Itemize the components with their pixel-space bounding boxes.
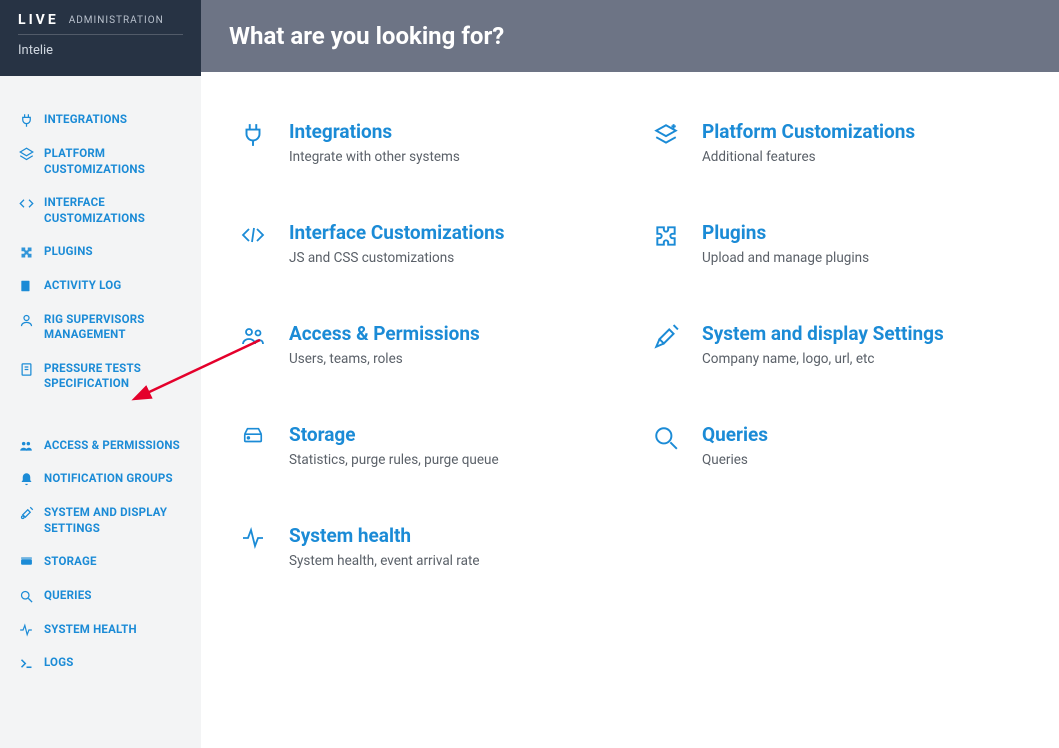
user-icon xyxy=(18,312,34,328)
sidebar-nav: Integrations Platform Customizations Int… xyxy=(0,76,201,689)
search-icon xyxy=(18,588,34,604)
card-desc: Company name, logo, url, etc xyxy=(702,351,1023,367)
sidebar-item-plugins[interactable]: Plugins xyxy=(8,236,193,268)
sidebar-item-label: Access & Permissions xyxy=(44,438,180,454)
sidebar-item-label: Interface Customizations xyxy=(44,195,183,226)
card-desc: Statistics, purge rules, purge queue xyxy=(289,452,610,468)
topbar: What are you looking for? xyxy=(201,0,1059,72)
sidebar-item-label: Rig Supervisors Management xyxy=(44,312,183,343)
brand-tenant: Intelie xyxy=(18,43,183,58)
card-desc: JS and CSS customizations xyxy=(289,250,610,266)
page-title: What are you looking for? xyxy=(229,22,504,50)
card-title: Interface Customizations xyxy=(289,221,610,244)
storage-icon xyxy=(237,423,269,468)
card-storage[interactable]: Storage Statistics, purge rules, purge q… xyxy=(237,423,610,468)
tools-icon xyxy=(650,322,682,367)
sidebar-item-interface-customizations[interactable]: Interface Customizations xyxy=(8,187,193,234)
sidebar-item-label: Activity Log xyxy=(44,278,121,294)
sidebar-item-integrations[interactable]: Integrations xyxy=(8,104,193,136)
sidebar-item-rig-supervisors[interactable]: Rig Supervisors Management xyxy=(8,304,193,351)
sidebar-item-platform-customizations[interactable]: Platform Customizations xyxy=(8,138,193,185)
sidebar-item-system-display-settings[interactable]: System and Display Settings xyxy=(8,497,193,544)
card-plugins[interactable]: Plugins Upload and manage plugins xyxy=(650,221,1023,266)
sidebar-item-label: Notification Groups xyxy=(44,471,173,487)
card-desc: Users, teams, roles xyxy=(289,351,610,367)
card-title: Platform Customizations xyxy=(702,120,1023,143)
sidebar-header: LIVE ADMINISTRATION Intelie xyxy=(0,0,201,76)
sidebar-item-activity-log[interactable]: Activity Log xyxy=(8,270,193,302)
code-icon xyxy=(237,221,269,266)
brand-logo: LIVE xyxy=(18,12,59,28)
card-desc: Integrate with other systems xyxy=(289,149,610,165)
sidebar-item-label: Plugins xyxy=(44,244,93,260)
sidebar: LIVE ADMINISTRATION Intelie Integrations… xyxy=(0,0,201,748)
card-system-health[interactable]: System health System health, event arriv… xyxy=(237,524,610,569)
card-interface-customizations[interactable]: Interface Customizations JS and CSS cust… xyxy=(237,221,610,266)
storage-icon xyxy=(18,554,34,568)
sidebar-item-pressure-tests[interactable]: Pressure Tests Specification xyxy=(8,353,193,400)
users-icon xyxy=(237,322,269,367)
card-integrations[interactable]: Integrations Integrate with other system… xyxy=(237,120,610,165)
tools-icon xyxy=(18,505,34,521)
brand-section: ADMINISTRATION xyxy=(69,15,164,26)
sidebar-item-access-permissions[interactable]: Access & Permissions xyxy=(8,430,193,462)
sidebar-item-label: Integrations xyxy=(44,112,127,128)
card-desc: Upload and manage plugins xyxy=(702,250,1023,266)
sidebar-item-system-health[interactable]: System Health xyxy=(8,614,193,646)
card-title: Access & Permissions xyxy=(289,322,610,345)
sidebar-item-storage[interactable]: Storage xyxy=(8,546,193,578)
sidebar-item-label: Queries xyxy=(44,588,92,604)
code-icon xyxy=(18,195,34,211)
card-title: System health xyxy=(289,524,610,547)
bell-icon xyxy=(18,471,34,487)
activity-icon xyxy=(237,524,269,569)
sidebar-item-label: Logs xyxy=(44,655,74,671)
sidebar-item-label: Pressure Tests Specification xyxy=(44,361,183,392)
card-title: Integrations xyxy=(289,120,610,143)
card-desc: System health, event arrival rate xyxy=(289,553,610,569)
terminal-icon xyxy=(18,655,34,671)
plug-icon xyxy=(18,112,34,128)
sidebar-item-label: System and Display Settings xyxy=(44,505,183,536)
card-title: Plugins xyxy=(702,221,1023,244)
search-icon xyxy=(650,423,682,468)
document-icon xyxy=(18,278,34,293)
card-platform-customizations[interactable]: Platform Customizations Additional featu… xyxy=(650,120,1023,165)
card-access-permissions[interactable]: Access & Permissions Users, teams, roles xyxy=(237,322,610,367)
activity-icon xyxy=(18,622,34,637)
card-system-display-settings[interactable]: System and display Settings Company name… xyxy=(650,322,1023,367)
sidebar-item-logs[interactable]: Logs xyxy=(8,647,193,679)
sidebar-item-queries[interactable]: Queries xyxy=(8,580,193,612)
card-queries[interactable]: Queries Queries xyxy=(650,423,1023,468)
sidebar-item-label: Platform Customizations xyxy=(44,146,183,177)
main: What are you looking for? Integrations I… xyxy=(201,0,1059,748)
sidebar-item-label: System Health xyxy=(44,622,137,638)
layers-icon xyxy=(18,146,34,162)
layers-icon xyxy=(650,120,682,165)
content-grid: Integrations Integrate with other system… xyxy=(201,72,1059,589)
card-title: Queries xyxy=(702,423,1023,446)
card-desc: Queries xyxy=(702,452,1023,468)
card-desc: Additional features xyxy=(702,149,1023,165)
users-icon xyxy=(18,438,34,453)
spec-icon xyxy=(18,361,34,377)
puzzle-icon xyxy=(650,221,682,266)
card-title: System and display Settings xyxy=(702,322,1023,345)
card-title: Storage xyxy=(289,423,610,446)
nav-divider xyxy=(8,402,193,428)
brand-row: LIVE ADMINISTRATION xyxy=(18,12,183,35)
puzzle-icon xyxy=(18,244,34,260)
sidebar-item-label: Storage xyxy=(44,554,97,570)
plug-icon xyxy=(237,120,269,165)
sidebar-item-notification-groups[interactable]: Notification Groups xyxy=(8,463,193,495)
